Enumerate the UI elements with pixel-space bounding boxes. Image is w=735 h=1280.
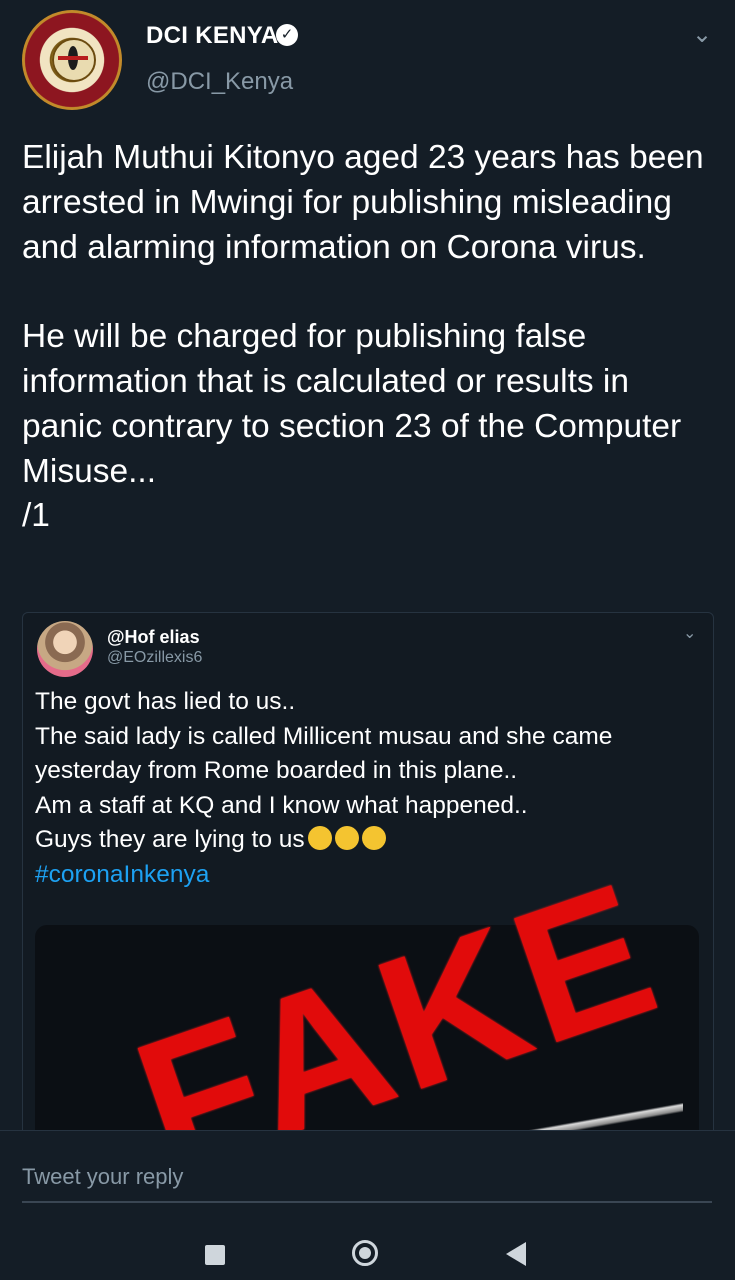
home-icon[interactable] <box>352 1240 378 1266</box>
android-navigation-bar <box>0 1216 735 1280</box>
quoted-line: The said lady is called Millicent musau … <box>35 722 613 750</box>
verified-badge-icon: ✓ <box>276 24 298 46</box>
unamused-face-emoji-icon <box>334 826 359 850</box>
crying-face-emoji-icon <box>307 826 332 850</box>
quoted-line: Am a staff at KQ and I know what happene… <box>35 791 528 819</box>
back-icon[interactable] <box>506 1242 526 1266</box>
chevron-down-icon[interactable]: ⌄ <box>692 20 712 49</box>
quoted-line: The govt has lied to us.. <box>35 688 296 715</box>
tweet-text: Elijah Muthui Kitonyo aged 23 years has … <box>22 139 704 535</box>
unamused-face-emoji-icon <box>361 826 386 850</box>
recent-apps-icon[interactable] <box>205 1245 225 1265</box>
police-crest-icon <box>52 38 96 82</box>
author-display-name[interactable]: DCI KENYA <box>146 22 279 50</box>
quoted-tweet-card[interactable]: @Hof elias @EOzillexis6 ⌄ The govt has l… <box>22 612 714 1154</box>
dci-logo-avatar[interactable] <box>22 10 122 110</box>
quoted-author-avatar[interactable] <box>37 621 93 677</box>
author-handle[interactable]: @DCI_Kenya <box>146 68 293 96</box>
reply-input[interactable] <box>22 1153 712 1203</box>
quoted-author-name[interactable]: @Hof elias <box>107 627 200 648</box>
quoted-line: Guys they are lying to us <box>35 826 305 853</box>
tweet-header: DCI KENYA ✓ @DCI_Kenya ⌄ <box>0 0 735 120</box>
quoted-line: yesterday from Rome boarded in this plan… <box>35 757 518 784</box>
quoted-author-handle[interactable]: @EOzillexis6 <box>107 649 202 667</box>
quoted-chevron-down-icon[interactable]: ⌄ <box>683 623 696 643</box>
reply-bar <box>0 1130 735 1217</box>
